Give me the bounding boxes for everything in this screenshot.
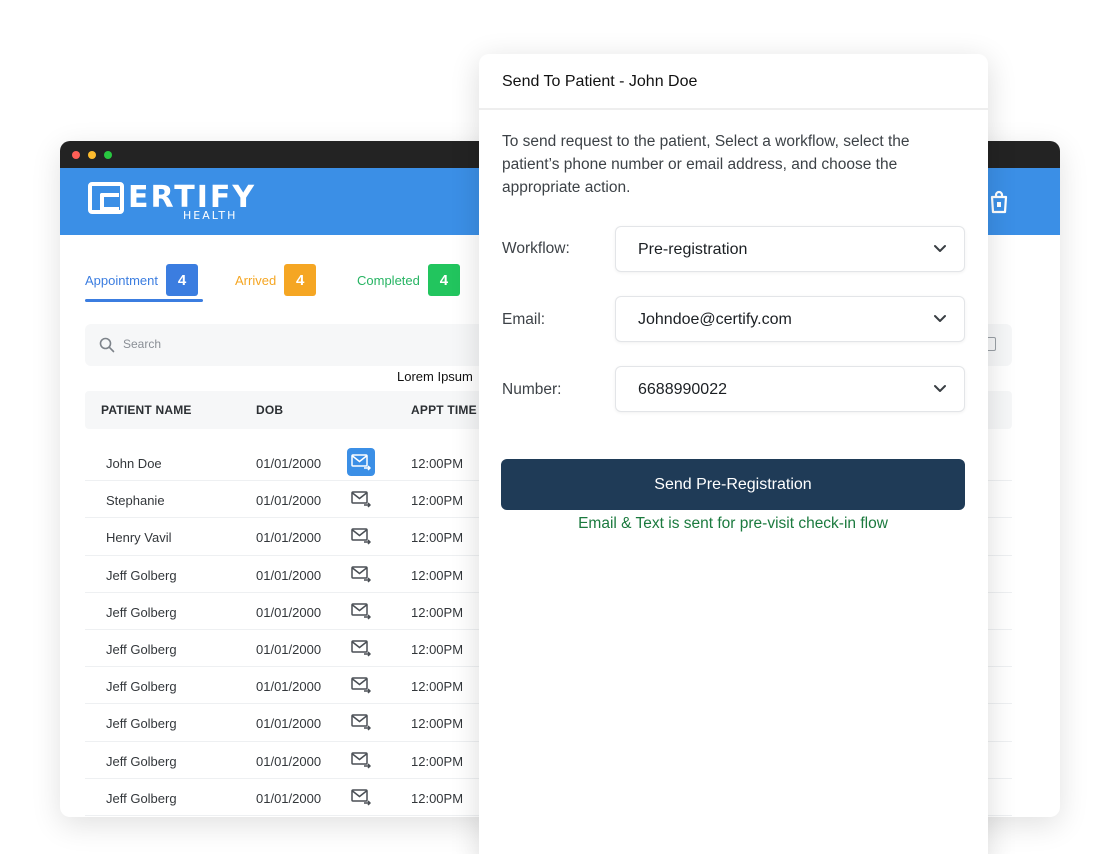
patient-name: Jeff Golberg: [106, 753, 177, 769]
number-select[interactable]: 6688990022: [615, 366, 965, 412]
email-select[interactable]: Johndoe@certify.com: [615, 296, 965, 342]
patient-dob: 01/01/2000: [256, 790, 322, 806]
active-tab-indicator: [85, 299, 203, 302]
patient-dob: 01/01/2000: [256, 604, 322, 620]
email-label: Email:: [502, 311, 546, 328]
maximize-window-dot[interactable]: [104, 151, 112, 159]
appointment-time: 12:00PM: [411, 530, 464, 546]
chevron-down-icon: [934, 245, 946, 252]
tab-completed-count: 4: [427, 264, 460, 296]
appointment-time: 12:00PM: [411, 716, 464, 732]
status-tabs: Appointment 4 Arrived 4 Completed 4: [85, 263, 525, 303]
appointment-time: 12:00PM: [411, 753, 464, 769]
mail-send-icon: [351, 528, 371, 545]
appointment-time: 12:00PM: [411, 604, 464, 620]
tab-appointment-label: Appointment: [85, 272, 158, 288]
patient-dob: 01/01/2000: [256, 753, 322, 769]
patient-dob: 01/01/2000: [256, 716, 322, 732]
panel-divider: [479, 108, 988, 110]
patient-name: Jeff Golberg: [106, 604, 177, 620]
tab-completed-label: Completed: [357, 272, 420, 288]
number-value: 6688990022: [638, 381, 727, 398]
appointment-time: 12:00PM: [411, 790, 464, 806]
mail-send-icon: [351, 714, 371, 731]
mail-send-icon: [351, 751, 371, 769]
certify-logo: ERTIFY HEALTH: [88, 180, 288, 224]
email-value: Johndoe@certify.com: [638, 311, 792, 328]
patient-dob: 01/01/2000: [256, 493, 322, 509]
tab-appointment[interactable]: Appointment 4: [85, 263, 198, 297]
patient-name: Jeff Golberg: [106, 641, 177, 657]
column-header-appt-time[interactable]: APPT TIME: [411, 403, 477, 417]
send-message-button[interactable]: [347, 448, 375, 476]
send-message-button[interactable]: [347, 783, 375, 811]
search-icon: [99, 337, 115, 353]
mail-send-icon: [351, 640, 371, 657]
mail-send-icon: [351, 565, 371, 583]
column-header-dob[interactable]: DOB: [256, 403, 283, 417]
mail-send-icon: [351, 491, 371, 508]
chevron-down-icon: [934, 385, 946, 392]
logo-subtitle: HEALTH: [183, 209, 238, 222]
patient-dob: 01/01/2000: [256, 456, 322, 471]
appointment-time: 12:00PM: [411, 456, 464, 471]
search-placeholder: Search: [123, 337, 162, 351]
mail-send-icon: [351, 788, 371, 806]
patient-name: Stephanie: [106, 493, 165, 509]
workflow-select[interactable]: Pre-registration: [615, 226, 965, 272]
mail-send-icon: [351, 454, 371, 471]
workflow-value: Pre-registration: [638, 241, 748, 258]
send-message-button[interactable]: [347, 671, 375, 699]
tab-arrived-label: Arrived: [235, 272, 277, 288]
appointment-time: 12:00PM: [411, 641, 464, 657]
appointment-time: 12:00PM: [411, 679, 464, 695]
close-window-dot[interactable]: [72, 151, 80, 159]
appointment-time: 12:00PM: [411, 567, 464, 583]
tab-arrived[interactable]: Arrived 4: [235, 263, 317, 297]
send-message-button[interactable]: [347, 634, 375, 662]
send-message-button[interactable]: [347, 485, 375, 513]
patient-name: Jeff Golberg: [106, 790, 177, 806]
appointment-time: 12:00PM: [411, 493, 464, 509]
panel-description: To send request to the patient, Select a…: [502, 133, 910, 196]
tooltip-text: Lorem Ipsum: [397, 369, 473, 384]
patient-name: Jeff Golberg: [106, 716, 177, 732]
patient-name: Henry Vavil: [106, 530, 172, 546]
patient-name: Jeff Golberg: [106, 567, 177, 583]
send-message-button[interactable]: [347, 708, 375, 736]
bag-icon[interactable]: [989, 190, 1009, 214]
chevron-down-icon: [934, 315, 946, 322]
send-message-button[interactable]: [347, 597, 375, 625]
tab-arrived-count: 4: [284, 264, 317, 296]
workflow-label: Workflow:: [502, 240, 570, 257]
column-header-patient-name[interactable]: PATIENT NAME: [101, 403, 192, 417]
send-message-button[interactable]: [347, 560, 375, 588]
patient-dob: 01/01/2000: [256, 679, 322, 695]
patient-dob: 01/01/2000: [256, 567, 322, 583]
send-message-button[interactable]: [347, 746, 375, 774]
send-pre-registration-button[interactable]: Send Pre-Registration: [501, 459, 965, 510]
send-message-button[interactable]: [347, 522, 375, 550]
panel-title: Send To Patient - John Doe: [502, 73, 698, 90]
logo-c-mark: [88, 182, 124, 214]
patient-dob: 01/01/2000: [256, 641, 322, 657]
mail-send-icon: [351, 677, 371, 694]
number-label: Number:: [502, 381, 562, 398]
tab-appointment-count: 4: [166, 264, 198, 296]
patient-name: Jeff Golberg: [106, 679, 177, 695]
status-message: Email & Text is sent for pre-visit check…: [578, 515, 888, 532]
patient-dob: 01/01/2000: [256, 530, 322, 546]
patient-name: John Doe: [106, 456, 162, 471]
mail-send-icon: [351, 603, 371, 620]
minimize-window-dot[interactable]: [88, 151, 96, 159]
tab-completed[interactable]: Completed 4: [357, 263, 460, 297]
send-to-patient-panel: Send To Patient - John Doe To send reque…: [479, 54, 988, 854]
